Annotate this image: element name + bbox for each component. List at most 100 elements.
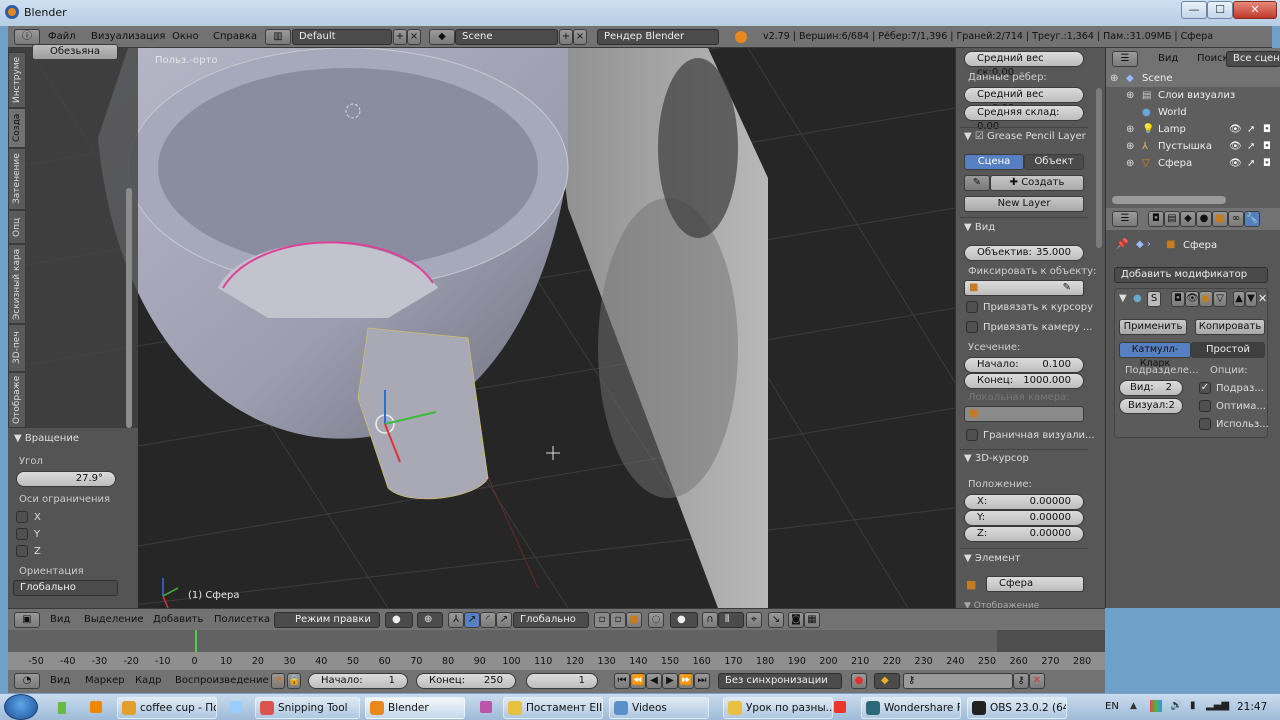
play-reverse-icon[interactable]: ◀ — [646, 673, 662, 689]
play-icon[interactable]: ▶ — [662, 673, 678, 689]
edge-select-icon[interactable]: ▫ — [610, 612, 626, 628]
outliner-item[interactable]: ⊕ ▽ Сфера 👁 ➚ ◘ — [1106, 155, 1280, 172]
transform-orientation-select[interactable]: Глобально — [513, 612, 589, 628]
scene-icon[interactable]: ◆ — [429, 29, 455, 45]
timeline-menu-view[interactable]: Вид — [50, 675, 70, 686]
app-icon[interactable] — [480, 701, 492, 713]
taskbar-button[interactable]: Videos — [609, 697, 709, 719]
close-button[interactable]: ✕ — [1233, 1, 1277, 19]
vertex-select-icon[interactable]: ▫ — [594, 612, 610, 628]
insert-keyframe-icon[interactable]: ⚷ — [1013, 673, 1029, 689]
edge-mean-crease-field[interactable]: Средняя склад: 0.00 — [964, 105, 1084, 132]
remove-layout-icon[interactable]: × — [407, 29, 421, 45]
optimal-display-checkbox[interactable] — [1199, 400, 1211, 412]
taskbar-button[interactable]: Постамент EII — [503, 697, 603, 719]
lock-range-icon[interactable]: 🔒 — [287, 673, 301, 689]
selectability-cursor-icon[interactable]: ➚ — [1247, 155, 1255, 172]
cursor-z-field[interactable]: Z: 0.00000 — [964, 526, 1084, 542]
taskbar-button[interactable]: OBS 23.0.2 (64-... — [967, 697, 1067, 719]
outliner-menu-view[interactable]: Вид — [1158, 53, 1178, 64]
cage-toggle-icon[interactable]: ▽ — [1213, 291, 1227, 307]
mean-weight-field[interactable]: Средний вес ск:0.00 — [964, 51, 1084, 78]
taskbar-button[interactable]: coffee cup - По... — [117, 697, 217, 719]
tab-options[interactable]: Опц — [8, 210, 26, 244]
manipulator-toggle-icon[interactable]: ⅄ — [448, 612, 464, 628]
grease-pencil-tab-object[interactable]: Объект — [1024, 154, 1084, 170]
keying-set-field[interactable]: ⚷ — [903, 673, 1013, 689]
start-frame-field[interactable]: Начало: 1 — [308, 673, 408, 689]
media-player-icon[interactable] — [90, 701, 102, 713]
3d-viewport[interactable]: Польз.-орто (1) Сфера — [8, 48, 955, 608]
pinned-app-icon[interactable] — [58, 702, 66, 714]
render-image-icon[interactable]: ◙ — [788, 612, 804, 628]
tray-app-icon[interactable] — [1150, 700, 1162, 712]
current-frame-field[interactable]: 1 — [526, 673, 598, 689]
3d-cursor-panel-header[interactable]: ▼ 3D-курсор — [964, 453, 1029, 464]
modifier-name-field[interactable]: S — [1147, 291, 1161, 307]
world-tab-icon[interactable]: ● — [1196, 211, 1212, 227]
visibility-eye-icon[interactable]: 👁 — [1229, 138, 1242, 155]
tab-3d-print[interactable]: 3D-печ — [8, 324, 26, 372]
lock-cursor-checkbox[interactable] — [966, 301, 978, 313]
snap-toggle-icon[interactable]: ∩ — [702, 612, 718, 628]
rotate-manipulator-icon[interactable]: ◜ — [480, 612, 496, 628]
scene-tab-icon[interactable]: ◆ — [1180, 211, 1196, 227]
add-monkey-button[interactable]: Обезьяна — [32, 44, 118, 60]
add-scene-icon[interactable]: + — [559, 29, 573, 45]
pivot-point-select[interactable]: ⊕ — [417, 612, 443, 628]
layout-field[interactable]: Default — [292, 29, 392, 45]
eyedropper-icon[interactable]: ✎ — [1063, 281, 1071, 295]
menu-window[interactable]: Окно — [172, 31, 199, 42]
cursor-x-field[interactable]: X: 0.00000 — [964, 494, 1084, 510]
move-down-icon[interactable]: ▼ — [1245, 291, 1257, 307]
apply-button[interactable]: Применить — [1119, 319, 1187, 335]
axis-x-checkbox[interactable] — [16, 511, 28, 523]
render-engine-select[interactable]: Рендер Blender — [597, 29, 719, 45]
face-select-icon[interactable]: ■ — [626, 612, 642, 628]
pin-icon[interactable]: 📌 — [1116, 239, 1128, 250]
mode-select[interactable]: Режим правки — [274, 612, 380, 628]
view-panel-header[interactable]: ▼ Вид — [964, 222, 995, 233]
renderability-camera-icon[interactable]: ◘ — [1263, 138, 1271, 155]
menu-file[interactable]: Файл — [48, 31, 76, 42]
simple-toggle[interactable]: Простой — [1191, 342, 1265, 358]
tab-create[interactable]: Созда — [8, 108, 26, 148]
subdivide-uvs-checkbox[interactable]: ✓ — [1199, 382, 1211, 394]
end-frame-field[interactable]: Конец: 250 — [416, 673, 516, 689]
taskbar-button[interactable]: Blender — [365, 697, 465, 719]
preview-range-icon[interactable]: ◔ — [271, 673, 285, 689]
jump-end-icon[interactable]: ⏭ — [694, 673, 710, 689]
app-icon[interactable] — [230, 701, 242, 713]
tab-shading[interactable]: Затенение — [8, 148, 26, 210]
taskbar-button[interactable]: Wondershare Fil... — [861, 697, 961, 719]
collapse-modifier-icon[interactable]: ▼ — [1119, 293, 1127, 304]
view-menu[interactable]: Вид — [50, 614, 70, 625]
timeline-menu-marker[interactable]: Маркер — [85, 675, 125, 686]
outliner-item[interactable]: ⊕ ⅄ Пустышка 👁 ➚ ◘ — [1106, 138, 1280, 155]
menu-help[interactable]: Справка — [213, 31, 257, 42]
clip-start-field[interactable]: Начало: 0.100 — [964, 357, 1084, 373]
properties-shelf-scrollbar[interactable] — [1096, 88, 1102, 248]
cursor-y-field[interactable]: Y: 0.00000 — [964, 510, 1084, 526]
timeline-ruler[interactable] — [8, 652, 1105, 670]
3d-view-editor-icon[interactable]: ▣ — [14, 612, 40, 628]
render-border-checkbox[interactable] — [966, 429, 978, 441]
tab-tools[interactable]: Инструме — [8, 52, 26, 108]
start-button[interactable] — [4, 694, 38, 720]
add-menu[interactable]: Добавить — [153, 614, 203, 625]
lock-object-field[interactable]: ■ ✎ — [964, 280, 1084, 296]
scale-manipulator-icon[interactable]: ↗ — [496, 612, 512, 628]
orientation-select[interactable]: Глобально — [13, 580, 118, 596]
outliner-item[interactable]: ● World — [1106, 104, 1280, 121]
clip-end-field[interactable]: Конец: 1000.000 — [964, 373, 1084, 389]
maximize-button[interactable]: ☐ — [1207, 1, 1233, 19]
keying-mode-select[interactable]: ◆ — [874, 673, 900, 689]
render-animation-icon[interactable]: ▦ — [804, 612, 820, 628]
grease-pencil-tab-scene[interactable]: Сцена — [964, 154, 1024, 170]
properties-editor-icon[interactable]: ☰ — [1112, 211, 1138, 227]
tab-grease-pencil[interactable]: Эскизный кара — [8, 244, 26, 324]
selectability-cursor-icon[interactable]: ➚ — [1247, 138, 1255, 155]
edge-mean-weight-field[interactable]: Средний вес ск:0.00 — [964, 87, 1084, 114]
object-name-field[interactable]: Сфера — [986, 576, 1084, 592]
move-up-icon[interactable]: ▲ — [1233, 291, 1245, 307]
